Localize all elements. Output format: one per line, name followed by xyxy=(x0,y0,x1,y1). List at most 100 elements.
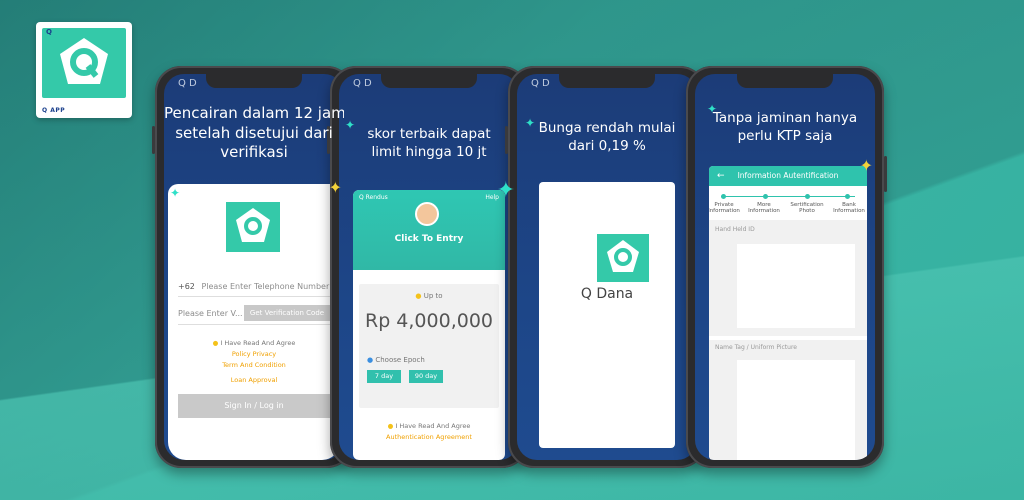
star-decoration-icon: ✦ xyxy=(170,186,181,200)
headline-line: dari 0,19 % xyxy=(568,137,646,154)
phone-notch xyxy=(381,74,477,88)
choose-epoch-text: Choose Epoch xyxy=(375,356,425,364)
star-decoration-icon: ✦ xyxy=(328,178,342,197)
choose-epoch-label: ● Choose Epoch xyxy=(367,356,425,364)
star-decoration-icon: ✦ xyxy=(345,118,356,132)
app-icon-footer: Q APP xyxy=(42,107,66,114)
section-label: Name Tag / Uniform Picture xyxy=(715,344,797,351)
q-logo-icon xyxy=(236,208,270,242)
policy-privacy-link[interactable]: Policy Privacy xyxy=(168,350,340,358)
headline-line: perlu KTP saja xyxy=(737,127,833,144)
headline-line: Bunga rendah mulai xyxy=(538,120,676,136)
hand-held-id-section: Hand Held ID xyxy=(709,220,867,336)
phone-mockup-verification: Tanpa jaminan hanya perlu KTP saja ✦ ✦ ←… xyxy=(686,66,887,468)
phone-notch xyxy=(737,74,833,88)
phone-notch xyxy=(206,74,302,88)
q-logo-icon xyxy=(607,240,639,272)
step-dot xyxy=(763,194,768,199)
verification-code-input[interactable]: Please Enter V... xyxy=(178,309,243,318)
loan-amount: Rp 4,000,000 xyxy=(365,310,493,332)
phone-placeholder: Please Enter Telephone Number xyxy=(201,282,330,291)
header-brand: Q Rendus xyxy=(359,194,388,201)
get-verification-code-button[interactable]: Get Verification Code xyxy=(244,305,330,321)
step-dot xyxy=(721,194,726,199)
authentication-agreement-link[interactable]: Authentication Agreement xyxy=(353,433,505,441)
step-label: More Information xyxy=(748,202,780,215)
headline-line: setelah disetujui dari xyxy=(175,123,333,142)
topbar-brand: Q D xyxy=(178,78,197,89)
headline: Tanpa jaminan hanya perlu KTP saja xyxy=(695,110,875,145)
star-decoration-icon: ✦ xyxy=(496,178,515,203)
click-to-entry-label[interactable]: Click To Entry xyxy=(353,234,505,244)
name-tag-upload[interactable] xyxy=(737,360,855,460)
progress-steps: Private Information More Information Ser… xyxy=(709,186,867,220)
up-to-label: ● Up to xyxy=(359,292,499,300)
epoch-chip-7day[interactable]: 7 day xyxy=(367,370,401,383)
loan-card: Q Rendus Help Click To Entry ● Up to Rp … xyxy=(353,190,505,460)
loan-approval-link[interactable]: Loan Approval xyxy=(168,376,340,384)
phone-side-button xyxy=(152,126,155,154)
phone-screen: Q D Pencairan dalam 12 jam setelah diset… xyxy=(164,74,344,460)
agree-label: I Have Read And Agree xyxy=(220,339,296,347)
phone-notch xyxy=(559,74,655,88)
headline: Pencairan dalam 12 jam setelah disetujui… xyxy=(164,104,344,163)
login-card: +62 Please Enter Telephone Number Please… xyxy=(168,184,340,460)
topbar-brand: Q D xyxy=(353,78,372,89)
step-label: Private Information xyxy=(709,202,740,215)
step-label: Bank Information xyxy=(833,202,865,215)
phone-screen: Q D skor terbaik dapat limit hingga 10 j… xyxy=(339,74,519,460)
phone-screen: Q D Bunga rendah mulai dari 0,19 % ✦ Q D… xyxy=(517,74,697,460)
app-icon-tile: Q xyxy=(42,28,126,98)
avatar[interactable] xyxy=(415,202,439,226)
check-icon: ● xyxy=(387,422,394,430)
check-icon: ● xyxy=(212,339,219,347)
step-dot xyxy=(845,194,850,199)
sign-in-button[interactable]: Sign In / Log in xyxy=(178,394,330,418)
splash-card: Q Dana xyxy=(539,182,675,448)
app-icon-mini-label: Q xyxy=(46,28,52,36)
phone-side-button xyxy=(884,156,887,192)
loan-amount-panel: ● Up to Rp 4,000,000 ● Choose Epoch 7 da… xyxy=(359,284,499,408)
phone-input[interactable]: +62 Please Enter Telephone Number xyxy=(178,282,329,291)
divider xyxy=(178,324,330,325)
app-icon: Q Q APP xyxy=(36,22,132,118)
verification-card: ← Information Autentification Private In… xyxy=(709,166,867,460)
step-dot xyxy=(805,194,810,199)
step-label: Sertification Photo xyxy=(790,202,824,215)
app-name: Q Dana xyxy=(580,286,634,302)
back-arrow-icon[interactable]: ← xyxy=(717,166,725,186)
star-decoration-icon: ✦ xyxy=(707,102,718,116)
headline: Bunga rendah mulai dari 0,19 % xyxy=(517,120,697,155)
agree-checkbox[interactable]: ● I Have Read And Agree xyxy=(168,339,340,347)
headline-line: Pencairan dalam 12 jam xyxy=(164,104,344,122)
headline-line: skor terbaik dapat xyxy=(367,126,491,142)
up-to-text: Up to xyxy=(423,292,443,300)
star-decoration-icon: ✦ xyxy=(859,156,873,175)
phone-mockup-login: Q D Pencairan dalam 12 jam setelah diset… xyxy=(152,66,353,468)
terms-link[interactable]: Term And Condition xyxy=(168,361,340,369)
section-label: Hand Held ID xyxy=(715,226,755,233)
headline-line: Tanpa jaminan hanya xyxy=(712,110,858,126)
hand-held-id-upload[interactable] xyxy=(737,244,855,328)
name-tag-section: Name Tag / Uniform Picture xyxy=(709,340,867,460)
loan-header: Q Rendus Help Click To Entry xyxy=(353,190,505,270)
headline-line: verifikasi xyxy=(220,143,288,161)
agree-checkbox[interactable]: ● I Have Read And Agree xyxy=(353,422,505,430)
agree-label: I Have Read And Agree xyxy=(395,422,471,430)
app-logo xyxy=(226,202,280,252)
topbar-brand: Q D xyxy=(531,78,550,89)
app-logo xyxy=(597,234,649,282)
info-icon: ● xyxy=(367,356,374,364)
star-decoration-icon: ✦ xyxy=(525,116,536,130)
step-track xyxy=(721,196,855,197)
page-header: ← Information Autentification xyxy=(709,166,867,186)
phone-screen: Tanpa jaminan hanya perlu KTP saja ✦ ✦ ←… xyxy=(695,74,875,460)
phone-mockup-splash: Q D Bunga rendah mulai dari 0,19 % ✦ Q D… xyxy=(505,66,706,468)
phone-mockup-loan-amount: Q D skor terbaik dapat limit hingga 10 j… xyxy=(327,66,528,468)
headline: skor terbaik dapat limit hingga 10 jt xyxy=(339,126,519,161)
headline-line: limit hingga 10 jt xyxy=(371,143,487,160)
q-logo-icon xyxy=(60,38,108,84)
page-title: Information Autentification xyxy=(737,171,839,180)
divider xyxy=(178,296,330,297)
epoch-chip-90day[interactable]: 90 day xyxy=(409,370,443,383)
